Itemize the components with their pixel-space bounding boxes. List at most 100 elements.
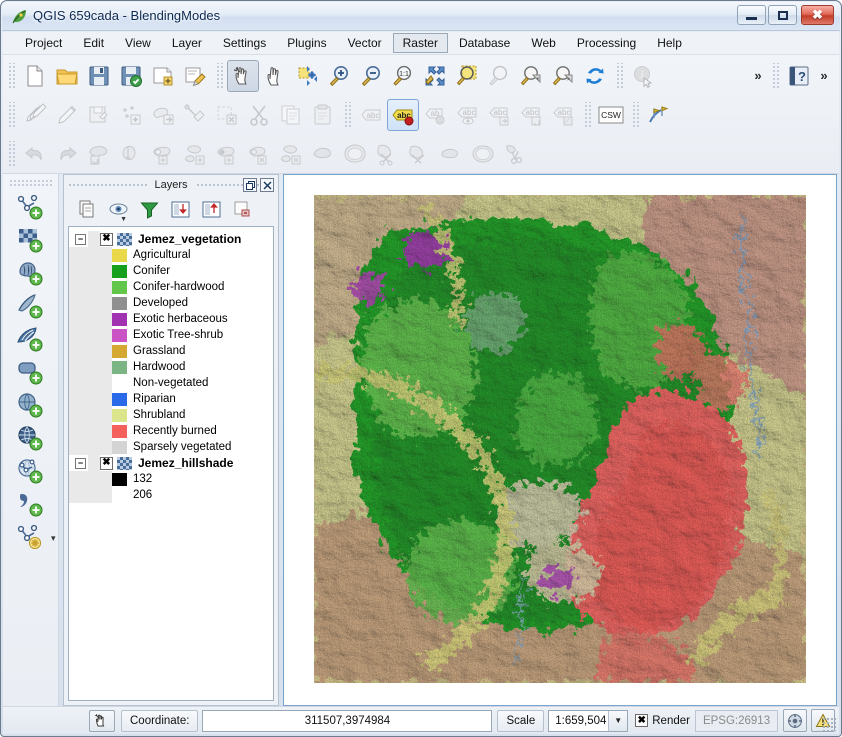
zoom-in-button[interactable] bbox=[323, 60, 355, 92]
add-raster-layer-button[interactable] bbox=[11, 224, 51, 257]
identify-features-button[interactable]: i bbox=[627, 60, 659, 92]
zoom-next-button[interactable] bbox=[547, 60, 579, 92]
crs-status-label[interactable]: EPSG:26913 bbox=[694, 709, 779, 732]
add-group-button[interactable] bbox=[72, 197, 103, 222]
legend-item[interactable]: Conifer bbox=[69, 263, 273, 279]
menu-plugins[interactable]: Plugins bbox=[277, 33, 336, 53]
rotate-feature-button[interactable] bbox=[83, 138, 115, 170]
map-canvas[interactable] bbox=[284, 175, 836, 705]
legend-item[interactable]: Conifer-hardwood bbox=[69, 279, 273, 295]
add-wfs-layer-button[interactable] bbox=[11, 455, 51, 488]
menu-layer[interactable]: Layer bbox=[162, 33, 212, 53]
simplify-feature-button[interactable] bbox=[115, 138, 147, 170]
add-ring-button[interactable] bbox=[147, 138, 179, 170]
pan-map-button[interactable] bbox=[259, 60, 291, 92]
add-wms-layer-button[interactable] bbox=[11, 389, 51, 422]
layer-item-jemez-vegetation[interactable]: − ✖ Jemez_vegetation bbox=[69, 231, 273, 247]
layers-tree[interactable]: − ✖ Jemez_vegetation Agricultural Conife… bbox=[68, 226, 274, 701]
gps-tools-button[interactable] bbox=[643, 99, 675, 131]
menu-web[interactable]: Web bbox=[521, 33, 565, 53]
help-contents-button[interactable]: ? bbox=[783, 60, 815, 92]
add-delimited-text-layer-button[interactable] bbox=[11, 488, 51, 521]
menu-processing[interactable]: Processing bbox=[567, 33, 646, 53]
menu-help[interactable]: Help bbox=[647, 33, 692, 53]
copy-features-button[interactable] bbox=[275, 99, 307, 131]
zoom-out-button[interactable] bbox=[355, 60, 387, 92]
zoom-last-button[interactable] bbox=[515, 60, 547, 92]
menu-view[interactable]: View bbox=[115, 33, 161, 53]
legend-item[interactable]: 206 bbox=[69, 487, 273, 503]
toolbar-grip[interactable] bbox=[7, 101, 16, 128]
add-vector-layer-button[interactable] bbox=[11, 191, 51, 224]
pin-labels-button[interactable]: abc bbox=[387, 98, 419, 131]
legend-item[interactable]: Hardwood bbox=[69, 359, 273, 375]
add-oracle-layer-button[interactable] bbox=[11, 356, 51, 389]
add-wcs-layer-button[interactable] bbox=[11, 422, 51, 455]
zoom-native-button[interactable]: 1:1 bbox=[387, 60, 419, 92]
filter-legend-button[interactable] bbox=[134, 197, 165, 222]
window-resize-grip[interactable] bbox=[822, 717, 836, 731]
legend-item[interactable]: Exotic herbaceous bbox=[69, 311, 273, 327]
chevron-down-icon[interactable]: ▼ bbox=[608, 710, 628, 731]
chevron-down-icon[interactable]: ▼ bbox=[120, 216, 127, 223]
coordinate-field[interactable]: 311507,3974984 bbox=[202, 709, 493, 732]
jemez-vegetation-raster-map[interactable] bbox=[314, 195, 806, 683]
zoom-full-button[interactable] bbox=[419, 60, 451, 92]
pan-to-selection-button[interactable] bbox=[291, 60, 323, 92]
toolbar-grip[interactable] bbox=[583, 101, 592, 128]
layer-visibility-checkbox[interactable]: ✖ bbox=[100, 232, 113, 246]
toolbar-grip[interactable] bbox=[631, 101, 640, 128]
split-features-button[interactable] bbox=[371, 138, 403, 170]
add-spatialite-layer-button[interactable] bbox=[11, 290, 51, 323]
save-project-as-button[interactable] bbox=[115, 60, 147, 92]
merge-selected-features-button[interactable] bbox=[435, 138, 467, 170]
cut-features-button[interactable] bbox=[243, 99, 275, 131]
refresh-button[interactable] bbox=[579, 60, 611, 92]
current-edits-button[interactable] bbox=[19, 99, 51, 131]
delete-selected-button[interactable] bbox=[211, 99, 243, 131]
save-project-button[interactable] bbox=[83, 60, 115, 92]
legend-item[interactable]: Riparian bbox=[69, 391, 273, 407]
paste-features-button[interactable] bbox=[307, 99, 339, 131]
toolbar-grip[interactable] bbox=[9, 179, 52, 188]
legend-item[interactable]: Grassland bbox=[69, 343, 273, 359]
render-checkbox[interactable]: ✖ bbox=[635, 714, 649, 727]
save-layer-edits-button[interactable] bbox=[83, 99, 115, 131]
add-postgis-layer-button[interactable] bbox=[11, 257, 51, 290]
toggle-extents-button[interactable] bbox=[89, 709, 115, 732]
new-project-button[interactable] bbox=[19, 60, 51, 92]
layer-item-jemez-hillshade[interactable]: − ✖ Jemez_hillshade bbox=[69, 455, 273, 471]
toolbar-grip[interactable] bbox=[615, 62, 624, 89]
change-label-button[interactable]: abc bbox=[547, 99, 579, 131]
toolbar-grip[interactable] bbox=[343, 101, 352, 128]
crs-status-icon[interactable] bbox=[783, 709, 808, 732]
legend-item[interactable]: Developed bbox=[69, 295, 273, 311]
highlight-pinned-labels-button[interactable]: ab bbox=[419, 99, 451, 131]
float-panel-button[interactable] bbox=[243, 178, 257, 192]
show-hide-labels-button[interactable]: abc bbox=[451, 99, 483, 131]
move-label-button[interactable]: abc bbox=[483, 99, 515, 131]
legend-item[interactable]: Sparsely vegetated bbox=[69, 439, 273, 455]
minimize-button[interactable] bbox=[737, 5, 766, 25]
toolbar-grip[interactable] bbox=[771, 62, 780, 89]
undo-button[interactable] bbox=[19, 138, 51, 170]
fill-ring-button[interactable] bbox=[211, 138, 243, 170]
help-toolbar-overflow-button[interactable]: » bbox=[815, 61, 833, 91]
remove-layer-button[interactable] bbox=[227, 197, 258, 222]
collapse-all-button[interactable] bbox=[196, 197, 227, 222]
new-print-composer-button[interactable] bbox=[147, 60, 179, 92]
rotate-point-symbols-button[interactable] bbox=[499, 138, 531, 170]
menu-vector[interactable]: Vector bbox=[338, 33, 392, 53]
menu-settings[interactable]: Settings bbox=[213, 33, 276, 53]
delete-part-button[interactable] bbox=[275, 138, 307, 170]
delete-ring-button[interactable] bbox=[243, 138, 275, 170]
move-feature-button[interactable] bbox=[147, 99, 179, 131]
zoom-to-layer-button[interactable] bbox=[483, 60, 515, 92]
close-panel-button[interactable] bbox=[260, 178, 274, 192]
menu-project[interactable]: Project bbox=[15, 33, 72, 53]
new-shapefile-layer-button[interactable]: ▾ bbox=[11, 521, 56, 554]
legend-item[interactable]: Exotic Tree-shrub bbox=[69, 327, 273, 343]
chevron-down-icon[interactable]: ▾ bbox=[51, 533, 56, 544]
scale-combobox[interactable]: 1:659,504 ▼ bbox=[548, 709, 629, 732]
composer-manager-button[interactable] bbox=[179, 60, 211, 92]
